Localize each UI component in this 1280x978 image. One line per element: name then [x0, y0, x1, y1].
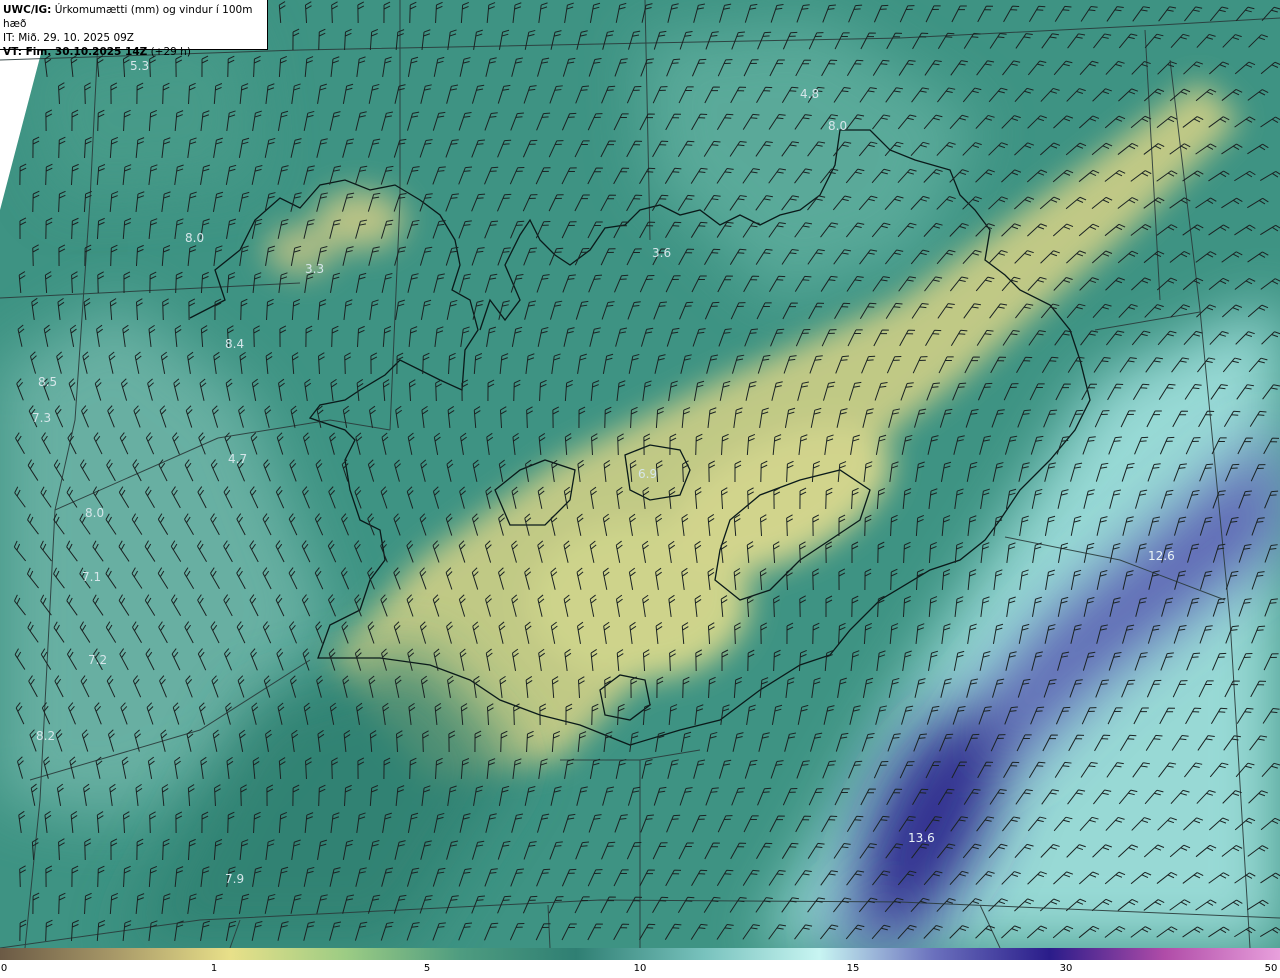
forecast-offset: (+29 h): [147, 46, 191, 58]
valid-time: Fim. 30.10.2025 14Z: [21, 46, 148, 58]
map-value: 12.6: [1148, 549, 1175, 563]
colorbar-label: 30: [1059, 963, 1073, 974]
colorbar-label: 1: [210, 963, 218, 974]
colorbar-label: 5: [423, 963, 431, 974]
map-value: 4.7: [228, 452, 247, 466]
valid-prefix: VT:: [3, 46, 22, 58]
colorbar: 0 1 5 10 15 30 50: [0, 948, 1280, 978]
map-value: 8.0: [185, 231, 204, 245]
model-name: UWC/IG:: [3, 4, 52, 16]
map-value: 7.1: [82, 570, 101, 584]
map-value: 3.6: [652, 246, 671, 260]
colorbar-strip: [0, 948, 1280, 960]
colorbar-label: 50: [1264, 963, 1278, 974]
map-value: 8.2: [36, 729, 55, 743]
colorbar-label: 0: [0, 963, 8, 974]
colorbar-label: 15: [846, 963, 860, 974]
map-value: 8.5: [38, 375, 57, 389]
map-value: 8.0: [828, 119, 847, 133]
map-value: 7.2: [88, 653, 107, 667]
map-value: 3.3: [305, 262, 324, 276]
map-value: 4.8: [800, 87, 819, 101]
map-value: 13.6: [908, 831, 935, 845]
map-value: 6.9: [638, 467, 657, 481]
map-value: 5.3: [130, 59, 149, 73]
map-value: 8.4: [225, 337, 244, 351]
initial-time: IT: Mið. 29. 10. 2025 09Z: [3, 32, 134, 44]
map-value: 7.3: [32, 411, 51, 425]
map-value: 8.0: [85, 506, 104, 520]
map-value: 7.9: [225, 872, 244, 886]
precipitation-wind-map: 5.3 4.8 8.0 8.0 3.3 3.6 8.4 8.5 7.3 4.7 …: [0, 0, 1280, 948]
map-header: UWC/IG: Úrkomumætti (mm) og vindur í 100…: [0, 0, 268, 58]
colorbar-label: 10: [633, 963, 647, 974]
